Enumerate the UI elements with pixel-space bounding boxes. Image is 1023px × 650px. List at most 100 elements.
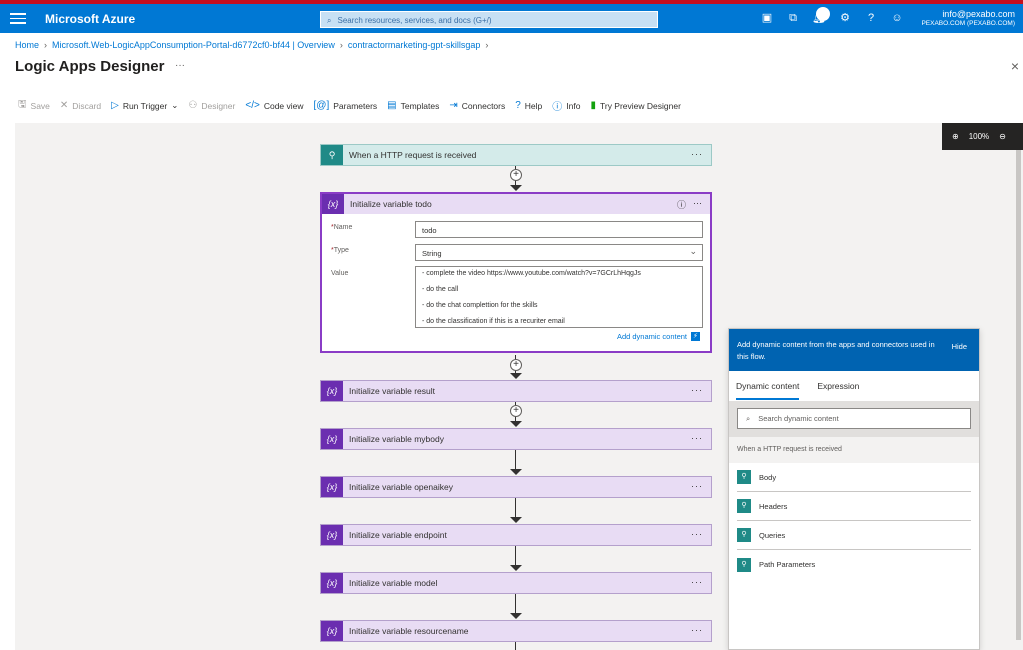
step-card-initialize-variable-openaikey[interactable]: {x} Initialize variable openaikey ··· [320, 476, 712, 498]
value-line: - do the classification if this is a rec… [422, 318, 565, 325]
http-request-icon: ⚲ [737, 557, 751, 572]
flow-arrow [510, 421, 522, 427]
zoom-level: 100% [968, 132, 990, 141]
try-preview-label: Try Preview Designer [599, 100, 681, 111]
notification-count: 10 [816, 7, 830, 21]
card-more-button[interactable]: ··· [691, 481, 703, 491]
flow-arrow [510, 373, 522, 379]
designer-button[interactable]: ⚇ Designer [188, 100, 235, 111]
save-icon: 🖫︎ [18, 99, 27, 110]
dynamic-search-input[interactable]: ⌕ Search dynamic content [737, 408, 971, 429]
canvas-scrollbar[interactable] [1016, 150, 1021, 640]
settings-gear-icon[interactable]: ⚙ [838, 11, 852, 25]
flow-connector [515, 546, 516, 566]
designer-icon: ⚇ [188, 100, 198, 111]
dynamic-search-placeholder: Search dynamic content [758, 414, 839, 423]
search-icon: ⌕ [327, 15, 332, 25]
step-card-initialize-variable-model[interactable]: {x} Initialize variable model ··· [320, 572, 712, 594]
dynamic-item-label: Body [759, 472, 777, 482]
card-more-button[interactable]: ··· [691, 625, 703, 635]
insert-step-button[interactable]: + [510, 405, 522, 417]
breadcrumb-resource-group[interactable]: Microsoft.Web-LogicAppConsumption-Portal… [52, 40, 335, 50]
portal-brand[interactable]: Microsoft Azure [45, 12, 135, 26]
close-blade-button[interactable]: × [1011, 58, 1019, 74]
add-dynamic-content-link[interactable]: Add dynamic content ⚡ [617, 332, 700, 341]
global-search-input[interactable]: ⌕ Search resources, services, and docs (… [320, 11, 658, 28]
connectors-button[interactable]: ⇥ Connectors [449, 100, 505, 111]
info-icon[interactable]: ⓘ [677, 198, 686, 211]
tab-expression[interactable]: Expression [817, 381, 859, 401]
run-trigger-label: Run Trigger [122, 100, 168, 111]
zoom-in-icon[interactable]: ⊕ [952, 132, 959, 141]
chevron-down-icon: ⌄ [689, 246, 697, 256]
card-more-button[interactable]: ··· [691, 529, 703, 539]
feedback-icon[interactable]: ☺ [890, 11, 904, 25]
dynamic-content-header: Add dynamic content from the apps and co… [729, 329, 979, 371]
designer-toolbar: 🖫︎ Save ✕ Discard ▷ Run Trigger ⌄ ⚇ Designer … [18, 97, 681, 114]
card-more-button[interactable]: ··· [691, 385, 703, 395]
step-card-initialize-variable-endpoint[interactable]: {x} Initialize variable endpoint ··· [320, 524, 712, 546]
zoom-out-icon[interactable]: ⊖ [999, 132, 1006, 141]
value-field-label: Value [331, 270, 349, 277]
trigger-title: When a HTTP request is received [349, 150, 477, 160]
dynamic-content-description: Add dynamic content from the apps and co… [737, 340, 935, 361]
variable-icon: {x} [321, 621, 343, 641]
dynamic-item-path-parameters[interactable]: ⚲ Path Parameters [737, 550, 971, 579]
parameters-button[interactable]: [@] Parameters [314, 100, 378, 111]
info-button[interactable]: ⓘ Info [552, 98, 580, 114]
play-icon: ▷ [111, 100, 119, 111]
card-more-button[interactable]: ··· [691, 149, 703, 159]
step-card-initialize-variable-mybody[interactable]: {x} Initialize variable mybody ··· [320, 428, 712, 450]
flow-arrow [510, 517, 522, 523]
designer-label: Designer [201, 100, 236, 111]
breadcrumb: Home › Microsoft.Web-LogicAppConsumption… [15, 40, 488, 50]
breadcrumb-home[interactable]: Home [15, 40, 39, 50]
help-icon: ? [515, 100, 521, 111]
try-preview-designer-button[interactable]: ▮ Try Preview Designer [590, 100, 680, 111]
step-title: Initialize variable resourcename [349, 626, 469, 636]
trigger-card-http-request[interactable]: ⚲ When a HTTP request is received ··· [320, 144, 712, 166]
help-icon[interactable]: ? [864, 11, 878, 25]
connectors-label: Connectors [461, 100, 506, 111]
dynamic-item-body[interactable]: ⚲ Body [737, 463, 971, 492]
variable-icon: {x} [321, 525, 343, 545]
flow-connector [515, 642, 516, 650]
step-card-initialize-variable-todo[interactable]: {x} Initialize variable todo ⓘ ··· *Name… [320, 192, 712, 353]
breadcrumb-logic-app[interactable]: contractormarketing-gpt-skillsgap [348, 40, 481, 50]
notifications-icon[interactable]: 🔔︎10 [812, 7, 830, 25]
save-button[interactable]: 🖫︎ Save [18, 97, 50, 114]
step-card-initialize-variable-result[interactable]: {x} Initialize variable result ··· [320, 380, 712, 402]
insert-step-button[interactable]: + [510, 169, 522, 181]
discard-button[interactable]: ✕ Discard [60, 100, 101, 111]
help-button[interactable]: ? Help [515, 100, 542, 111]
card-more-button[interactable]: ··· [691, 433, 703, 443]
tab-dynamic-content[interactable]: Dynamic content [736, 381, 800, 400]
name-input[interactable]: todo [415, 221, 703, 238]
breadcrumb-separator: › [44, 40, 48, 50]
help-label: Help [524, 100, 543, 111]
dynamic-item-headers[interactable]: ⚲ Headers [737, 492, 971, 521]
page-title: Logic Apps Designer [15, 58, 165, 75]
insert-step-button[interactable]: + [510, 359, 522, 371]
menu-icon[interactable] [10, 10, 26, 26]
variable-icon: {x} [321, 381, 343, 401]
templates-button[interactable]: ▤ Templates [387, 100, 439, 111]
hide-panel-button[interactable]: Hide [952, 341, 967, 353]
page-more-button[interactable]: ··· [175, 60, 185, 71]
code-view-button[interactable]: </> Code view [245, 100, 303, 111]
card-more-button[interactable]: ··· [693, 198, 702, 208]
cloud-shell-icon[interactable]: ▣ [760, 11, 774, 25]
flow-arrow [510, 613, 522, 619]
value-textarea[interactable]: - complete the video https://www.youtube… [415, 266, 703, 328]
step-card-header[interactable]: {x} Initialize variable todo ⓘ ··· [322, 194, 710, 214]
dynamic-item-queries[interactable]: ⚲ Queries [737, 521, 971, 550]
type-select[interactable]: String ⌄ [415, 244, 703, 261]
flow-connector [515, 594, 516, 614]
directory-filter-icon[interactable]: ⧉ [786, 11, 800, 25]
search-placeholder: Search resources, services, and docs (G+… [337, 16, 492, 25]
run-trigger-button[interactable]: ▷ Run Trigger ⌄ [111, 100, 178, 111]
step-card-initialize-variable-resourcename[interactable]: {x} Initialize variable resourcename ··· [320, 620, 712, 642]
breadcrumb-separator: › [485, 40, 489, 50]
card-more-button[interactable]: ··· [691, 577, 703, 587]
account-menu[interactable]: info@pexabo.com PEXABO.COM (PEXABO.COM) [921, 10, 1015, 28]
